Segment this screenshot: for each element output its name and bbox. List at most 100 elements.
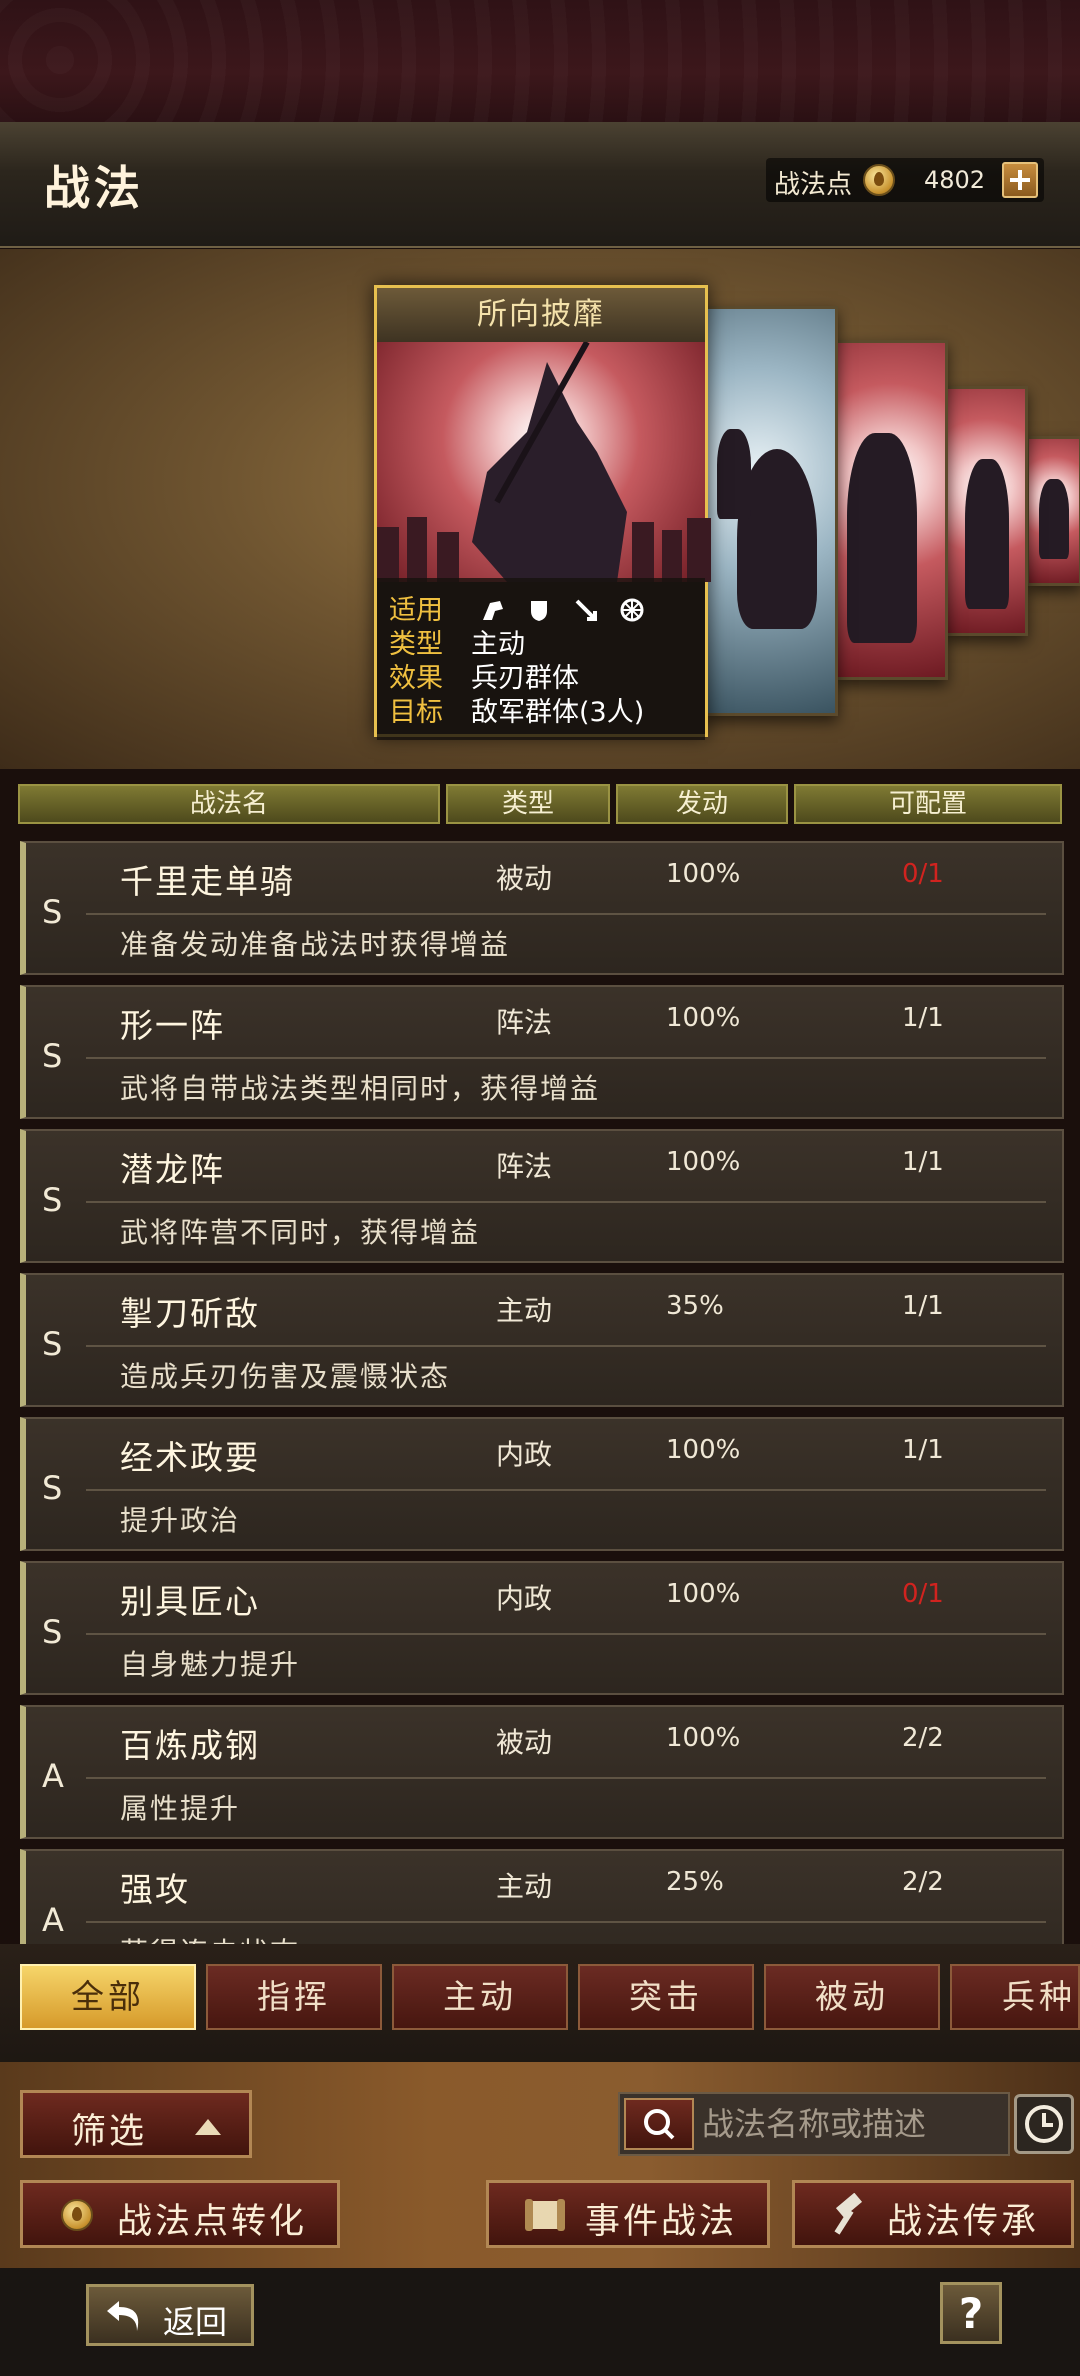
tab-assault[interactable]: 突击	[578, 1964, 754, 2030]
tactic-type: 阵法	[496, 1006, 553, 1039]
tactic-row[interactable]: A 百炼成钢 被动 100% 2/2 属性提升	[20, 1705, 1064, 1839]
tactic-config-count: 2/2	[902, 1723, 944, 1753]
tactic-trigger-rate: 100%	[666, 1579, 741, 1609]
tactic-grade: S	[42, 1181, 63, 1219]
tactic-config-count: 1/1	[902, 1291, 944, 1321]
featured-tactic-card[interactable]: 所向披靡 适用 类型 主动 效果 兵刃群体 目标 敌军群体(3人)	[374, 285, 711, 740]
row-divider	[86, 1057, 1046, 1059]
tactic-type: 阵法	[496, 1150, 553, 1183]
search-button[interactable]	[624, 2098, 694, 2150]
footer-bar: 返回 ?	[0, 2268, 1080, 2376]
tactic-trigger-rate: 100%	[666, 1003, 741, 1033]
tactic-description: 提升政治	[120, 1504, 241, 1537]
tactic-description: 属性提升	[120, 1792, 241, 1825]
back-label: 返回	[163, 2303, 228, 2341]
header-bar: 战法 战法点 4802	[0, 122, 1080, 248]
history-button[interactable]	[1014, 2094, 1074, 2154]
column-header-type[interactable]: 类型	[446, 784, 610, 824]
tactic-row[interactable]: S 经术政要 内政 100% 1/1 提升政治	[20, 1417, 1064, 1551]
tactic-description: 武将自带战法类型相同时，获得增益	[120, 1072, 601, 1105]
tactic-config-count: 2/2	[902, 1867, 944, 1897]
inherit-tactics-button[interactable]: 战法传承	[792, 2180, 1074, 2248]
search-icon	[644, 2109, 675, 2140]
tactic-grade: S	[42, 1613, 63, 1651]
chariot-icon	[620, 598, 644, 622]
filter-button[interactable]: 筛选	[20, 2090, 252, 2158]
tactic-name: 经术政要	[120, 1438, 260, 1477]
event-tactics-button[interactable]: 事件战法	[486, 2180, 770, 2248]
tactic-type: 主动	[496, 1870, 553, 1903]
tactic-list[interactable]: S 千里走单骑 被动 100% 0/1 准备发动准备战法时获得增益 S 形一阵 …	[0, 836, 1080, 1946]
convert-points-button[interactable]: 战法点转化	[20, 2180, 340, 2248]
tactic-description: 自身魅力提升	[120, 1648, 301, 1681]
add-points-button[interactable]	[1002, 162, 1038, 198]
help-button[interactable]: ?	[940, 2282, 1002, 2344]
tactic-description: 准备发动准备战法时获得增益	[120, 928, 511, 961]
tactic-name: 强攻	[120, 1870, 190, 1909]
top-decoration	[0, 0, 1080, 122]
tactic-grade: S	[42, 1469, 63, 1507]
tactic-type: 主动	[496, 1294, 553, 1327]
carousel-card-5[interactable]	[1026, 436, 1080, 586]
target-row: 目标 敌军群体(3人)	[389, 690, 644, 729]
category-tabs: 全部 指挥 主动 突击 被动 兵种	[0, 1944, 1080, 2068]
tactic-type: 内政	[496, 1582, 553, 1615]
tactic-name: 百炼成钢	[120, 1726, 260, 1765]
column-header-name[interactable]: 战法名	[18, 784, 440, 824]
tactic-point-coin-icon	[61, 2199, 93, 2231]
tactic-row[interactable]: S 千里走单骑 被动 100% 0/1 准备发动准备战法时获得增益	[20, 841, 1064, 975]
tactic-points-value: 4802	[924, 166, 986, 194]
tactic-description: 造成兵刃伤害及震慑状态	[120, 1360, 451, 1393]
featured-tactic-info: 适用 类型 主动 效果 兵刃群体 目标 敌军群体(3人)	[377, 578, 705, 740]
tactic-type: 内政	[496, 1438, 553, 1471]
back-arrow-icon	[107, 2301, 139, 2331]
tactic-name: 形一阵	[120, 1006, 225, 1045]
column-header-trigger[interactable]: 发动	[616, 784, 788, 824]
tab-all[interactable]: 全部	[20, 1964, 196, 2030]
row-divider	[86, 913, 1046, 915]
tactic-row[interactable]: S 潜龙阵 阵法 100% 1/1 武将阵营不同时，获得增益	[20, 1129, 1064, 1263]
tactic-name: 别具匠心	[120, 1582, 260, 1621]
tactic-trigger-rate: 35%	[666, 1291, 724, 1321]
triangle-up-icon	[195, 2119, 221, 2135]
tab-command[interactable]: 指挥	[206, 1964, 382, 2030]
tactic-trigger-rate: 25%	[666, 1867, 724, 1897]
tactic-row[interactable]: A 强攻 主动 25% 2/2 获得连击状态	[20, 1849, 1064, 1946]
cavalry-icon	[482, 601, 503, 620]
tactic-grade: S	[42, 893, 63, 931]
tactic-grade: S	[42, 1037, 63, 1075]
tactic-row[interactable]: S 掣刀斫敌 主动 35% 1/1 造成兵刃伤害及震慑状态	[20, 1273, 1064, 1407]
archer-icon	[575, 599, 597, 621]
hammer-icon	[834, 2193, 863, 2235]
tactic-config-count: 1/1	[902, 1435, 944, 1465]
back-button[interactable]: 返回	[86, 2284, 254, 2346]
search-input[interactable]	[702, 2094, 1002, 2154]
row-divider	[86, 1489, 1046, 1491]
tactic-grade: A	[42, 1757, 64, 1795]
scroll-icon	[525, 2199, 565, 2231]
column-header-configurable[interactable]: 可配置	[794, 784, 1062, 824]
tab-troop[interactable]: 兵种	[950, 1964, 1080, 2030]
tactic-grade: A	[42, 1901, 64, 1939]
tactic-row[interactable]: S 别具匠心 内政 100% 0/1 自身魅力提升	[20, 1561, 1064, 1695]
row-divider	[86, 1777, 1046, 1779]
tactic-config-count: 0/1	[902, 859, 944, 889]
tab-active[interactable]: 主动	[392, 1964, 568, 2030]
tactic-name: 千里走单骑	[120, 862, 295, 901]
tactic-trigger-rate: 100%	[666, 1147, 741, 1177]
tactic-name: 掣刀斫敌	[120, 1294, 260, 1333]
featured-tactic-name: 所向披靡	[377, 288, 705, 342]
row-divider	[86, 1345, 1046, 1347]
tactic-config-count: 1/1	[902, 1003, 944, 1033]
tactic-trigger-rate: 100%	[666, 859, 741, 889]
inherit-tactics-label: 战法传承	[887, 2202, 1040, 2242]
carousel-card-3[interactable]	[834, 340, 948, 680]
tactic-points-label: 战法点	[774, 170, 853, 200]
carousel-card-2[interactable]	[704, 306, 838, 716]
tactic-row[interactable]: S 形一阵 阵法 100% 1/1 武将自带战法类型相同时，获得增益	[20, 985, 1064, 1119]
carousel-card-4[interactable]	[944, 386, 1028, 636]
tab-passive[interactable]: 被动	[764, 1964, 940, 2030]
convert-points-label: 战法点转化	[117, 2202, 308, 2242]
row-divider	[86, 1201, 1046, 1203]
tactic-points-box: 战法点 4802	[766, 158, 1044, 202]
